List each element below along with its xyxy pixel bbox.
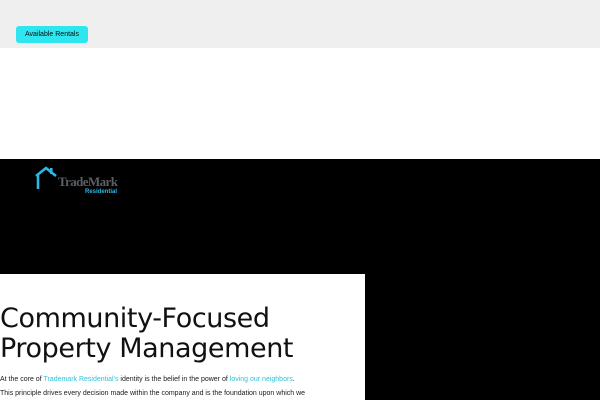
available-rentals-button[interactable]: Available Rentals xyxy=(16,26,88,43)
page: Available Rentals TradeMark Residential … xyxy=(0,0,600,400)
neighbors-link[interactable]: loving our neighbors xyxy=(230,376,293,383)
top-bar: Available Rentals xyxy=(0,0,600,48)
intro-text: identity is the belief in the power of xyxy=(118,376,230,383)
intro-line-1: At the core of Trademark Residential's i… xyxy=(0,373,365,387)
content-card: Community-Focused Property Management At… xyxy=(0,274,365,400)
headline-line-1: Community-Focused xyxy=(0,303,270,334)
brand-link[interactable]: Trademark Residential's xyxy=(43,376,118,383)
logo-subtitle: Residential xyxy=(85,189,118,195)
intro-text: At the core of xyxy=(0,376,44,383)
intro-line-2: This principle drives every decision mad… xyxy=(0,390,306,397)
site-logo[interactable]: TradeMark Residential xyxy=(34,165,126,199)
headline-line-2: Property Management xyxy=(0,333,294,364)
intro-paragraph: At the core of Trademark Residential's i… xyxy=(0,373,365,400)
page-title: Community-Focused Property Management xyxy=(0,304,360,364)
spacer-band xyxy=(0,48,600,159)
logo-name: TradeMark xyxy=(58,174,118,189)
intro-text: . xyxy=(292,376,295,383)
